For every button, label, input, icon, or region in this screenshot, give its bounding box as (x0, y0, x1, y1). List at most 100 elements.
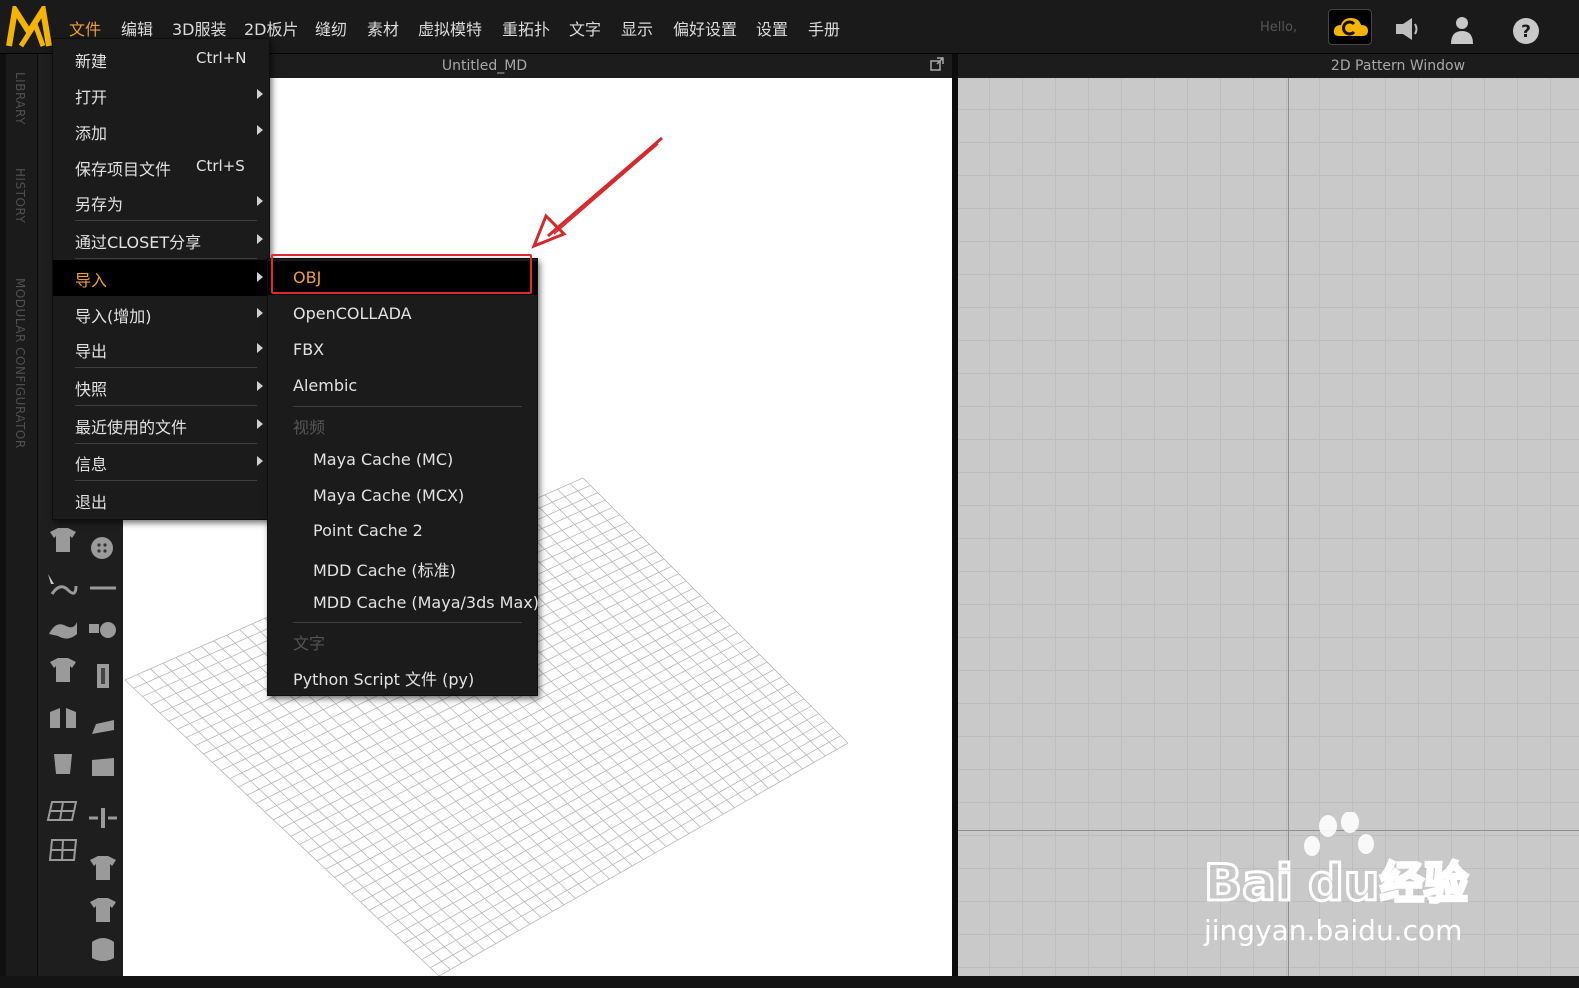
import-opencollada[interactable]: OpenCOLLADA (268, 297, 537, 331)
import-python-script[interactable]: Python Script 文件 (py) (268, 659, 537, 693)
menu-display[interactable]: 显示 (621, 16, 653, 40)
avatar-shirt-icon[interactable] (86, 852, 120, 884)
grid-line (377, 691, 797, 919)
speaker-icon[interactable] (1392, 12, 1426, 46)
closet-cloud-button[interactable] (1328, 9, 1372, 45)
app-logo[interactable] (6, 6, 52, 50)
menu-item-label: Maya Cache (MCX) (313, 486, 465, 505)
import-maya-cache-mcx[interactable]: Maya Cache (MCX) (268, 479, 537, 513)
tab-history[interactable]: HISTORY (13, 168, 27, 223)
user-icon[interactable] (1445, 12, 1479, 46)
import-mdd-maya-3dsmax[interactable]: MDD Cache (Maya/3ds Max) (268, 586, 539, 620)
popout-icon[interactable] (929, 56, 945, 72)
menu-file[interactable]: 文件 (69, 16, 101, 40)
fold-tool-icon[interactable] (46, 612, 80, 644)
menu-item-label: FBX (293, 340, 325, 359)
tab-modular-configurator[interactable]: MODULAR CONFIGURATOR (13, 278, 27, 449)
measure-shirt-icon[interactable] (86, 894, 120, 926)
shortcut-label: Ctrl+N (196, 49, 247, 67)
watermark-brand2: du (1308, 854, 1379, 912)
menu-item-label: 打开 (75, 88, 108, 107)
menu-item-label: Python Script 文件 (py) (293, 670, 475, 689)
file-menu-save-as[interactable]: 另存为 (53, 184, 269, 218)
file-menu-open[interactable]: 打开 (53, 77, 269, 111)
menu-retopology[interactable]: 重拓扑 (502, 16, 550, 40)
menu-item-label: MDD Cache (Maya/3ds Max) (313, 593, 539, 612)
file-menu-import[interactable]: 导入 (53, 260, 269, 296)
baidu-watermark: Bai du 经验 jingyan.baidu.com (1203, 812, 1470, 947)
menu-separator (75, 480, 257, 481)
hello-label: Hello, (1260, 20, 1298, 35)
watermark-cn: 经验 (1380, 858, 1468, 909)
file-menu-exit[interactable]: 退出 (53, 482, 269, 516)
watermark-url: jingyan.baidu.com (1203, 914, 1462, 947)
menu-text[interactable]: 文字 (569, 16, 601, 40)
pin-tool-icon[interactable] (46, 746, 80, 778)
file-menu-add[interactable]: 添加 (53, 113, 269, 147)
menu-item-label: OpenCOLLADA (293, 304, 412, 323)
menu-item-label: 新建 (75, 52, 108, 71)
menu-preferences[interactable]: 偏好设置 (673, 16, 737, 40)
shortcut-label: Ctrl+S (196, 157, 245, 175)
grid-tool-icon[interactable] (46, 834, 80, 866)
menu-item-label: 添加 (75, 124, 108, 143)
import-point-cache-2[interactable]: Point Cache 2 (268, 514, 537, 548)
file-menu-info[interactable]: 信息 (53, 444, 269, 478)
menu-item-label: 最近使用的文件 (75, 418, 188, 437)
arrange-tool-icon[interactable] (46, 702, 80, 734)
import-maya-cache-mc[interactable]: Maya Cache (MC) (268, 443, 537, 477)
menu-settings[interactable]: 设置 (756, 16, 788, 40)
submenu-arrow-icon (257, 343, 263, 353)
cloud-icon (1333, 18, 1368, 36)
menu-avatar[interactable]: 虚拟模特 (418, 16, 482, 40)
file-menu-share-closet[interactable]: 通过CLOSET分享 (53, 222, 269, 256)
menu-item-label: Alembic (293, 376, 358, 395)
menu-manual[interactable]: 手册 (808, 16, 840, 40)
tab-library[interactable]: LIBRARY (13, 72, 27, 125)
menu-separator (75, 367, 257, 368)
submenu-arrow-icon (257, 272, 263, 282)
menu-item-label: 退出 (75, 493, 108, 512)
menu-3d-garment[interactable]: 3D服装 (172, 16, 227, 40)
garment-tool-icon[interactable] (46, 524, 80, 556)
submenu-arrow-icon (257, 196, 263, 206)
button-tool-icon[interactable] (86, 532, 120, 564)
help-icon[interactable]: ? (1511, 16, 1541, 46)
watermark-brand: Bai (1204, 854, 1293, 912)
lock-tool-icon[interactable] (86, 612, 120, 644)
submenu-arrow-icon (257, 125, 263, 135)
menu-item-label: 信息 (75, 455, 108, 474)
bottom-bar (0, 976, 1579, 988)
shirt-select-icon[interactable] (46, 654, 80, 686)
file-menu-import-add[interactable]: 导入(增加) (53, 296, 269, 330)
import-mdd-standard[interactable]: MDD Cache (标准) (268, 550, 537, 584)
side-tab-strip: LIBRARY HISTORY MODULAR CONFIGURATOR (6, 54, 38, 980)
zipper-tool-icon[interactable] (86, 660, 120, 692)
file-menu-export[interactable]: 导出 (53, 331, 269, 365)
line-tool-icon[interactable] (86, 572, 120, 604)
grid-line (351, 669, 775, 895)
fitting-suit-icon[interactable] (86, 932, 120, 964)
submenu-arrow-icon (257, 308, 263, 318)
menu-item-label: 快照 (75, 380, 108, 399)
highlight-box (271, 254, 532, 294)
tuck-tool-icon[interactable] (86, 802, 120, 834)
file-menu-save[interactable]: 保存项目文件 Ctrl+S (53, 149, 269, 183)
tape-tool-icon[interactable] (86, 752, 120, 784)
menu-2d-pattern[interactable]: 2D板片 (244, 16, 299, 40)
grid-edit-icon[interactable] (46, 794, 80, 826)
submenu-arrow-icon (257, 381, 263, 391)
file-menu-new[interactable]: 新建 Ctrl+N (53, 41, 269, 75)
menu-item-label: 另存为 (75, 195, 124, 214)
file-menu-recent-files[interactable]: 最近使用的文件 (53, 407, 269, 441)
trim-tool-icon[interactable] (86, 710, 120, 742)
menu-edit[interactable]: 编辑 (121, 16, 153, 40)
window-2d-title: 2D Pattern Window (1330, 58, 1466, 74)
import-alembic[interactable]: Alembic (268, 369, 537, 403)
submenu-arrow-icon (257, 234, 263, 244)
edit-curve-icon[interactable] (46, 572, 80, 604)
file-menu-snapshot[interactable]: 快照 (53, 369, 269, 403)
menu-materials[interactable]: 素材 (367, 16, 399, 40)
import-fbx[interactable]: FBX (268, 333, 537, 367)
menu-sewing[interactable]: 缝纫 (315, 16, 347, 40)
